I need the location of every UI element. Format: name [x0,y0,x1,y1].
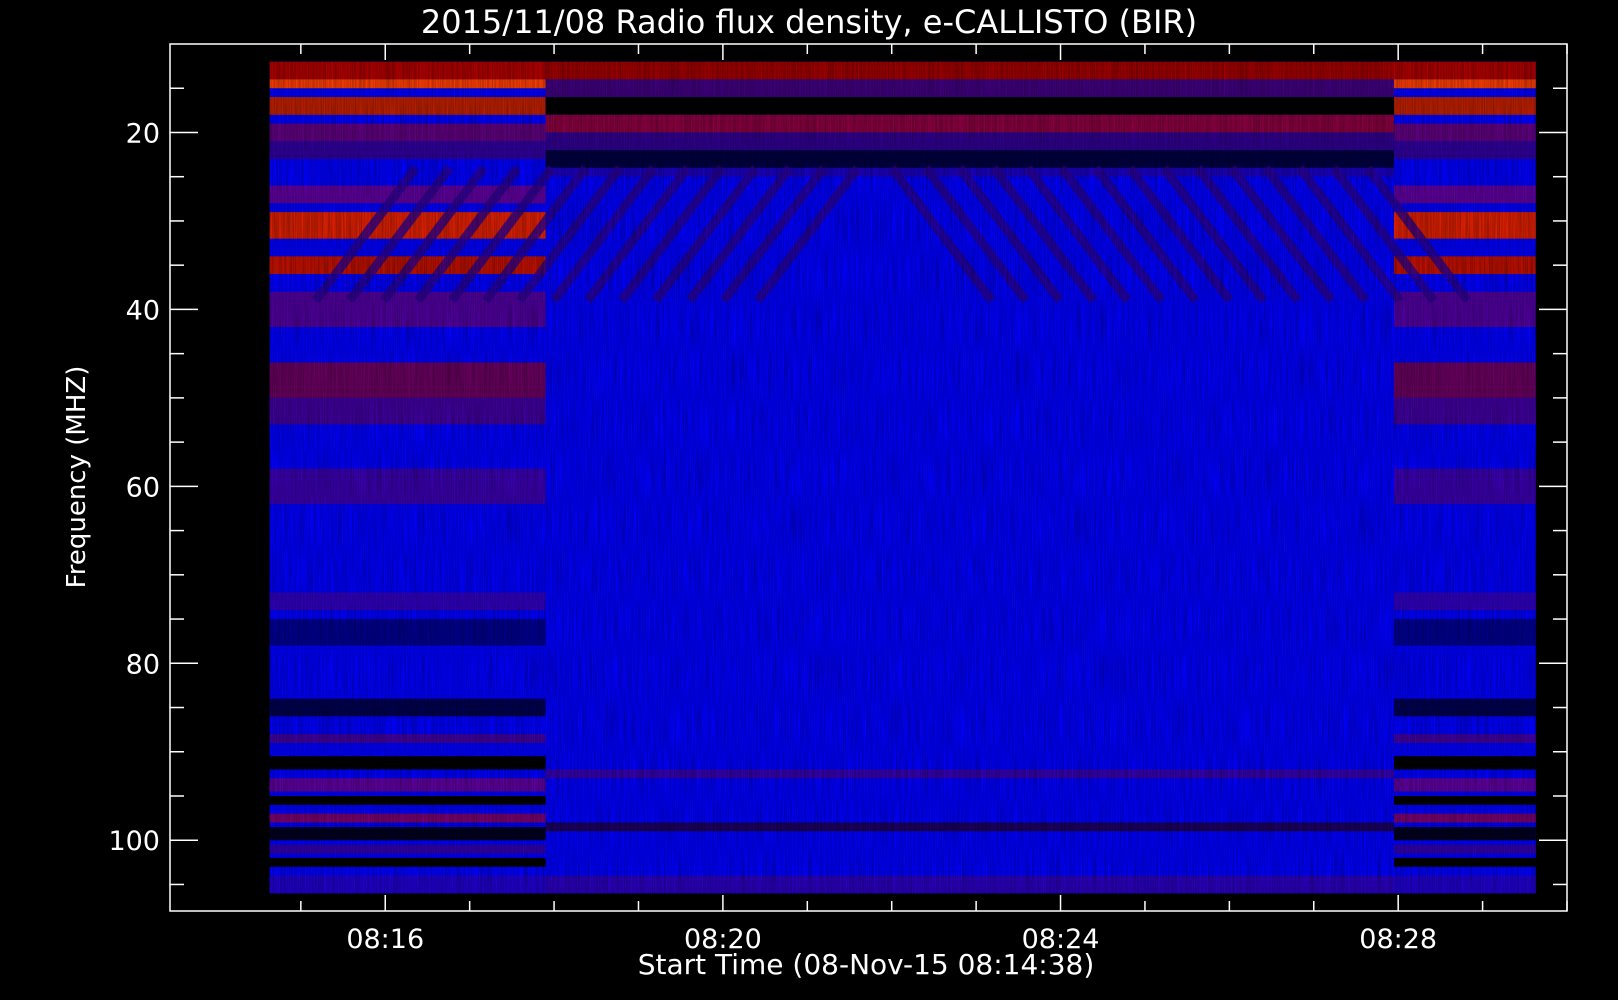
y-tick-label: 40 [126,295,160,326]
y-tick-label: 100 [108,826,160,857]
chart-title: 2015/11/08 Radio flux density, e-CALLIST… [421,3,1197,41]
spectrogram-noise [269,61,1536,894]
spectrogram-chart: 2015/11/08 Radio flux density, e-CALLIST… [62,3,1568,981]
x-axis-label: Start Time (08-Nov-15 08:14:38) [638,948,1095,981]
x-tick-label: 08:16 [346,924,424,955]
y-tick-label: 80 [126,649,160,680]
x-tick-label: 08:28 [1359,924,1437,955]
spectrogram-image [269,61,1536,894]
y-tick-label: 20 [126,118,160,149]
y-tick-label: 60 [126,472,160,503]
y-axis-label: Frequency (MHZ) [62,366,92,589]
